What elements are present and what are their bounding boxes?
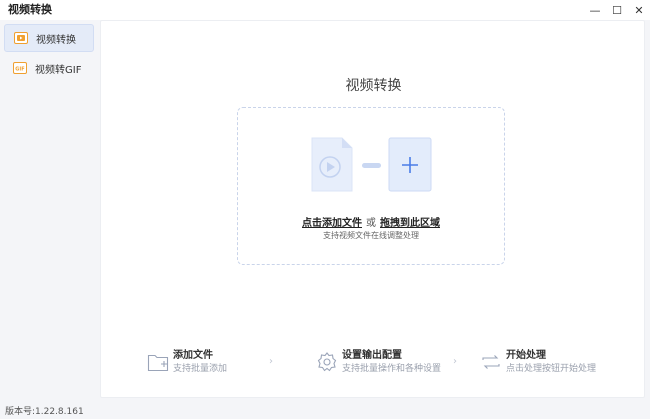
step-arrow-icon: › <box>269 356 273 367</box>
minimize-button[interactable]: — <box>584 0 606 20</box>
video-convert-icon <box>14 32 28 44</box>
sidebar: 视频转换 GIF 视频转GIF <box>0 20 100 400</box>
file-drop-zone[interactable]: 点击添加文件或拖拽到此区域 支持视频文件在线调整处理 <box>237 107 505 265</box>
page-title: 视频转换 <box>345 78 402 94</box>
refresh-cycle-icon <box>480 351 502 373</box>
step-add-file: 添加文件 支持批量添加 <box>147 349 227 381</box>
version-label: 版本号:1.22.8.161 <box>5 407 84 417</box>
drag-here-link[interactable]: 拖拽到此区域 <box>380 218 440 229</box>
settings-gear-icon <box>316 351 338 373</box>
or-text: 或 <box>366 218 376 229</box>
step-subtitle: 支持批量操作和各种设置 <box>342 364 442 374</box>
gif-icon: GIF <box>13 62 27 74</box>
sidebar-item-video-to-gif[interactable]: GIF 视频转GIF <box>4 54 94 82</box>
step-title: 开始处理 <box>506 350 546 361</box>
step-title: 添加文件 <box>173 350 213 361</box>
step-title: 设置输出配置 <box>342 350 402 361</box>
sidebar-item-label: 视频转GIF <box>35 64 82 76</box>
drop-illustration <box>310 137 432 193</box>
step-subtitle: 支持批量添加 <box>173 364 228 374</box>
drop-hint: 支持视频文件在线调整处理 <box>323 231 419 240</box>
sidebar-item-label: 视频转换 <box>36 34 76 46</box>
close-button[interactable]: ✕ <box>628 0 650 20</box>
click-add-file-link[interactable]: 点击添加文件 <box>302 218 362 229</box>
step-arrow-icon: › <box>453 356 457 367</box>
window-controls: — ☐ ✕ <box>584 0 650 20</box>
title-bar: 视频转换 — ☐ ✕ <box>0 0 650 20</box>
svg-text:GIF: GIF <box>15 66 24 72</box>
step-subtitle: 点击处理按钮开始处理 <box>506 364 597 374</box>
main-panel: 视频转换 点击添加文件或拖拽到此区域 支持视频文件在线调整处理 添加文件 支持批… <box>100 20 645 398</box>
app-title: 视频转换 <box>8 3 52 16</box>
drop-instructions: 点击添加文件或拖拽到此区域 <box>238 214 504 229</box>
sidebar-item-video-convert[interactable]: 视频转换 <box>4 24 94 52</box>
maximize-button[interactable]: ☐ <box>606 0 628 20</box>
step-start-processing: 开始处理 点击处理按钮开始处理 <box>480 349 596 381</box>
add-folder-icon <box>147 351 169 373</box>
step-output-settings: 设置输出配置 支持批量操作和各种设置 <box>316 349 441 381</box>
